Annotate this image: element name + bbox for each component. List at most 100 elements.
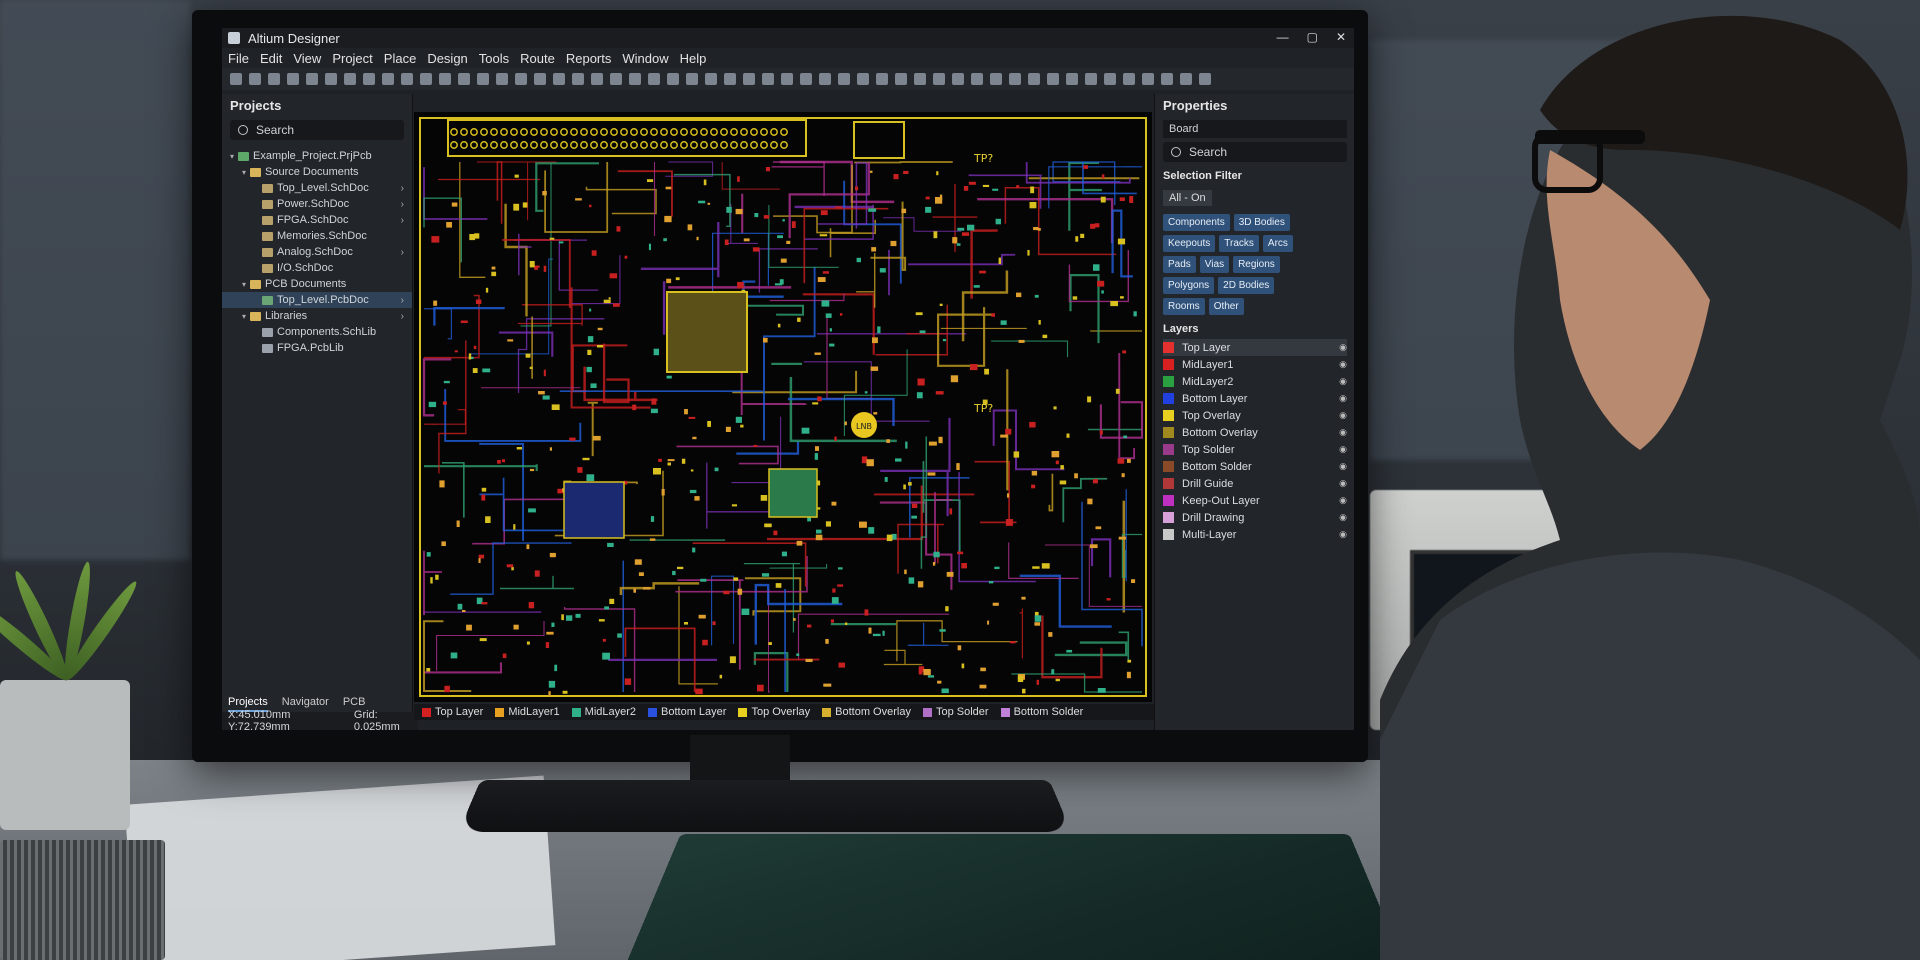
project-tree-item[interactable]: ▾ Example_Project.PrjPcb <box>222 148 412 164</box>
toolbar-tool-icon[interactable] <box>895 73 907 85</box>
menu-reports[interactable]: Reports <box>566 51 612 66</box>
layer-tab[interactable]: Top Solder <box>922 706 989 718</box>
filter-chip[interactable]: Regions <box>1233 256 1280 273</box>
toolbar-tool-icon[interactable] <box>1123 73 1135 85</box>
toolbar-tool-icon[interactable] <box>325 73 337 85</box>
toolbar-tool-icon[interactable] <box>1009 73 1021 85</box>
chevron-right-icon[interactable]: › <box>401 215 404 226</box>
filter-chip[interactable]: Pads <box>1163 256 1196 273</box>
all-on-button[interactable]: All - On <box>1163 190 1212 206</box>
project-tree-item[interactable]: FPGA.SchDoc › <box>222 212 412 228</box>
toolbar-tool-icon[interactable] <box>781 73 793 85</box>
toolbar-tool-icon[interactable] <box>363 73 375 85</box>
layer-tab[interactable]: Bottom Layer <box>648 706 726 718</box>
maximize-button[interactable]: ▢ <box>1307 30 1318 44</box>
menu-help[interactable]: Help <box>680 51 707 66</box>
layer-row[interactable]: Keep-Out Layer ◉ <box>1163 492 1347 509</box>
toolbar-tool-icon[interactable] <box>724 73 736 85</box>
toolbar-tool-icon[interactable] <box>686 73 698 85</box>
layer-tab[interactable]: MidLayer1 <box>495 706 560 718</box>
toolbar-tool-icon[interactable] <box>458 73 470 85</box>
menu-file[interactable]: File <box>228 51 249 66</box>
filter-chip[interactable]: Vias <box>1199 256 1230 273</box>
toolbar-tool-icon[interactable] <box>1142 73 1154 85</box>
toolbar-tool-icon[interactable] <box>933 73 945 85</box>
project-tree-item[interactable]: ▾ PCB Documents <box>222 276 412 292</box>
toolbar-tool-icon[interactable] <box>743 73 755 85</box>
toolbar-tool-icon[interactable] <box>572 73 584 85</box>
toolbar-tool-icon[interactable] <box>268 73 280 85</box>
visibility-eye-icon[interactable]: ◉ <box>1339 427 1347 438</box>
expand-twisty-icon[interactable]: ▾ <box>240 168 248 177</box>
chevron-right-icon[interactable]: › <box>401 247 404 258</box>
toolbar-tool-icon[interactable] <box>1180 73 1192 85</box>
project-tree-item[interactable]: Top_Level.SchDoc › <box>222 180 412 196</box>
menu-edit[interactable]: Edit <box>260 51 282 66</box>
visibility-eye-icon[interactable]: ◉ <box>1339 376 1347 387</box>
menu-route[interactable]: Route <box>520 51 555 66</box>
filter-chip[interactable]: 3D Bodies <box>1233 214 1290 231</box>
toolbar-tool-icon[interactable] <box>800 73 812 85</box>
visibility-eye-icon[interactable]: ◉ <box>1339 478 1347 489</box>
pcb-canvas[interactable]: LNB TP? TP? <box>414 112 1152 702</box>
menu-project[interactable]: Project <box>332 51 372 66</box>
visibility-eye-icon[interactable]: ◉ <box>1339 529 1347 540</box>
filter-chip[interactable]: Arcs <box>1262 235 1293 252</box>
menu-view[interactable]: View <box>293 51 321 66</box>
toolbar-tool-icon[interactable] <box>553 73 565 85</box>
layer-tab[interactable]: Bottom Overlay <box>822 706 911 718</box>
expand-twisty-icon[interactable]: ▾ <box>228 152 236 161</box>
layer-row[interactable]: Bottom Layer ◉ <box>1163 390 1347 407</box>
filter-chip[interactable]: Other <box>1208 298 1244 315</box>
properties-search-input[interactable]: Search <box>1163 142 1347 162</box>
toolbar-tool-icon[interactable] <box>990 73 1002 85</box>
filter-chip[interactable]: Rooms <box>1163 298 1205 315</box>
toolbar-tool-icon[interactable] <box>477 73 489 85</box>
filter-chip[interactable]: Polygons <box>1163 277 1215 294</box>
close-button[interactable]: ✕ <box>1336 30 1346 44</box>
toolbar-tool-icon[interactable] <box>1161 73 1173 85</box>
toolbar-tool-icon[interactable] <box>914 73 926 85</box>
toolbar-tool-icon[interactable] <box>344 73 356 85</box>
toolbar-tool-icon[interactable] <box>876 73 888 85</box>
filter-chip[interactable]: Keepouts <box>1163 235 1216 252</box>
project-tree-item[interactable]: Power.SchDoc › <box>222 196 412 212</box>
toolbar-tool-icon[interactable] <box>667 73 679 85</box>
project-tree-item[interactable]: I/O.SchDoc <box>222 260 412 276</box>
project-tree-item[interactable]: ▾ Source Documents <box>222 164 412 180</box>
chevron-right-icon[interactable]: › <box>401 183 404 194</box>
visibility-eye-icon[interactable]: ◉ <box>1339 512 1347 523</box>
project-tree-item[interactable]: ▾ Libraries › <box>222 308 412 324</box>
filter-chip[interactable]: Components <box>1163 214 1230 231</box>
visibility-eye-icon[interactable]: ◉ <box>1339 359 1347 370</box>
project-tree-item[interactable]: Top_Level.PcbDoc › <box>222 292 412 308</box>
toolbar-tool-icon[interactable] <box>1066 73 1078 85</box>
toolbar-tool-icon[interactable] <box>1104 73 1116 85</box>
project-tree-item[interactable]: Analog.SchDoc › <box>222 244 412 260</box>
chevron-right-icon[interactable]: › <box>401 295 404 306</box>
toolbar-tool-icon[interactable] <box>1047 73 1059 85</box>
expand-twisty-icon[interactable]: ▾ <box>240 280 248 289</box>
projects-search-input[interactable]: Search <box>230 120 404 140</box>
filter-chip[interactable]: Tracks <box>1219 235 1259 252</box>
toolbar-tool-icon[interactable] <box>838 73 850 85</box>
expand-twisty-icon[interactable]: ▾ <box>240 312 248 321</box>
toolbar-tool-icon[interactable] <box>819 73 831 85</box>
toolbar-tool-icon[interactable] <box>420 73 432 85</box>
toolbar-tool-icon[interactable] <box>610 73 622 85</box>
toolbar-tool-icon[interactable] <box>971 73 983 85</box>
toolbar-tool-icon[interactable] <box>1199 73 1211 85</box>
layer-tab[interactable]: MidLayer2 <box>571 706 636 718</box>
layer-row[interactable]: Multi-Layer ◉ <box>1163 526 1347 543</box>
layer-tab[interactable]: Top Overlay <box>738 706 810 718</box>
filter-chip[interactable]: 2D Bodies <box>1218 277 1275 294</box>
layer-row[interactable]: Bottom Solder ◉ <box>1163 458 1347 475</box>
project-tree-item[interactable]: FPGA.PcbLib <box>222 340 412 356</box>
visibility-eye-icon[interactable]: ◉ <box>1339 444 1347 455</box>
toolbar-tool-icon[interactable] <box>287 73 299 85</box>
menu-window[interactable]: Window <box>622 51 668 66</box>
board-dropdown[interactable]: Board <box>1163 120 1347 138</box>
layer-row[interactable]: Top Overlay ◉ <box>1163 407 1347 424</box>
menu-design[interactable]: Design <box>427 51 467 66</box>
toolbar-tool-icon[interactable] <box>591 73 603 85</box>
